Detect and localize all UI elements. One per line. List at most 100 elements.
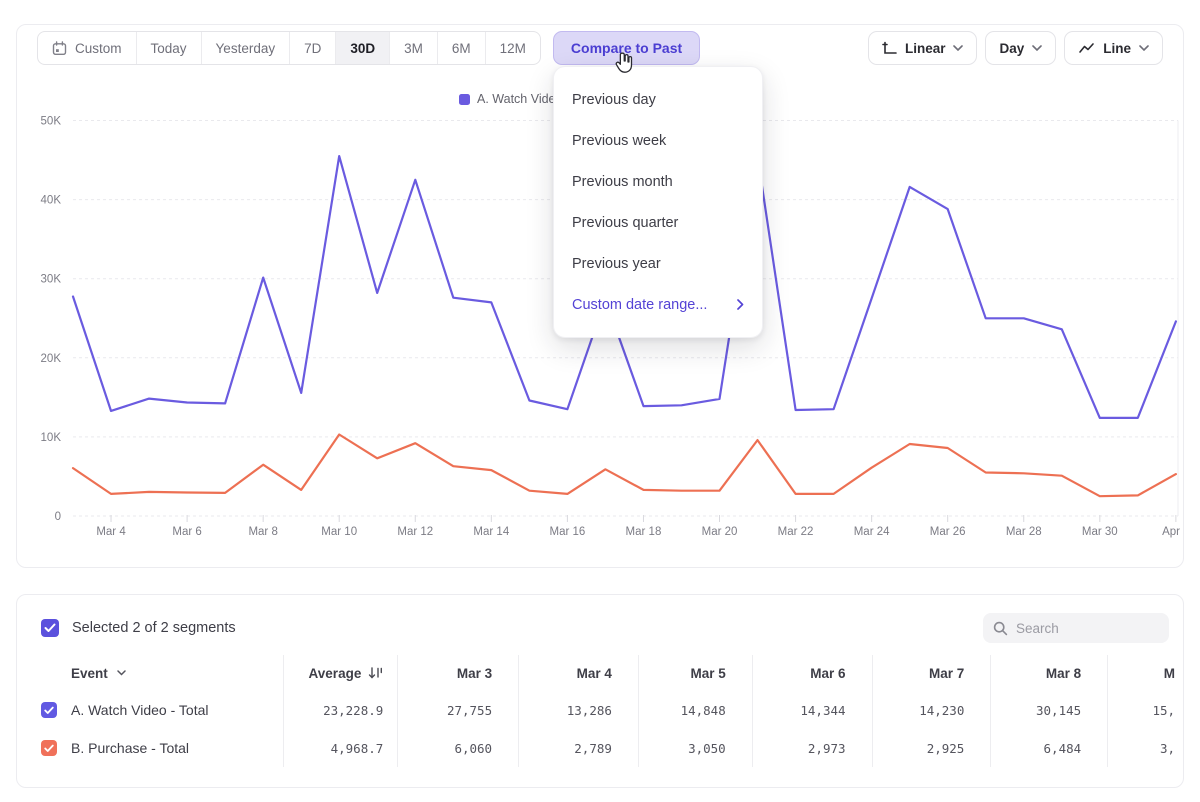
table-row: B. Purchase - Total4,968.76,0602,7893,05… [17,729,1183,767]
value-cell: 3, [1108,729,1183,767]
range-today[interactable]: Today [137,32,202,64]
range-label: 12M [500,41,526,56]
x-axis-tick-label: Apr 1 [1162,526,1183,538]
compare-menu: Previous dayPrevious weekPrevious monthP… [553,66,763,338]
value-cell: 4,968.7 [284,729,399,767]
x-axis-tick-label: Mar 8 [248,526,277,538]
value-cell: 27,755 [398,691,519,729]
sort-descending-icon [368,667,383,679]
interval-label: Day [999,41,1024,56]
y-axis-tick-label: 0 [55,511,61,523]
range-6m[interactable]: 6M [438,32,486,64]
range-label: 3M [404,41,423,56]
range-label: Yesterday [216,41,276,56]
column-header-label: Mar 8 [1046,666,1081,681]
value-cell: 23,228.9 [284,691,399,729]
column-header-label: Mar 7 [929,666,964,681]
value-cell: 3,050 [639,729,753,767]
search-icon [993,621,1008,636]
menu-item-previous-day[interactable]: Previous day [554,79,762,120]
chevron-down-icon [117,670,126,676]
interval-button[interactable]: Day [985,31,1056,65]
y-axis-tick-label: 50K [41,116,62,128]
event-cell: B. Purchase - Total [17,729,284,767]
row-checkbox[interactable] [41,740,57,756]
series-line [73,435,1176,497]
x-axis-tick-label: Mar 28 [1006,526,1042,538]
value-cell: 2,925 [873,729,992,767]
menu-item-previous-quarter[interactable]: Previous quarter [554,202,762,243]
event-label: A. Watch Video - Total [71,702,208,718]
check-icon [44,623,56,633]
column-header-label: Mar 3 [457,666,492,681]
x-axis-tick-label: Mar 14 [473,526,509,538]
range-custom[interactable]: Custom [38,32,137,64]
column-header-mar-5: Mar 5 [639,655,753,691]
column-header-mar-3: Mar 3 [398,655,519,691]
y-axis-tick-label: 30K [41,274,62,286]
chart-type-button[interactable]: Line [1064,31,1163,65]
x-axis-tick-label: Mar 6 [172,526,201,538]
x-axis-tick-label: Mar 30 [1082,526,1118,538]
x-axis-tick-label: Mar 18 [626,526,662,538]
range-12m[interactable]: 12M [486,32,540,64]
value-cell: 2,789 [519,729,639,767]
column-header-mar-4: Mar 4 [519,655,639,691]
selected-count-label: Selected 2 of 2 segments [72,620,236,636]
value-cell: 14,344 [753,691,873,729]
column-header-m: M [1108,655,1183,691]
range-30d[interactable]: 30D [336,32,390,64]
x-axis-tick-label: Mar 4 [96,526,126,538]
x-axis-tick-label: Mar 22 [778,526,814,538]
calendar-icon [52,41,67,56]
x-axis-tick-label: Mar 16 [549,526,585,538]
compare-to-past-button[interactable]: Compare to Past [553,31,700,65]
y-axis-tick-label: 10K [41,432,62,444]
value-cell: 14,230 [873,691,992,729]
x-axis-tick-label: Mar 24 [854,526,890,538]
y-axis-tick-label: 20K [41,353,62,365]
range-yesterday[interactable]: Yesterday [202,32,291,64]
row-checkbox[interactable] [41,702,57,718]
y-axis-tick-label: 40K [41,195,62,207]
column-header-label: Mar 6 [810,666,845,681]
menu-item-custom-date-range[interactable]: Custom date range... [554,284,762,325]
scale-label: Linear [905,41,946,56]
column-header-mar-7: Mar 7 [873,655,992,691]
segments-bar: Selected 2 of 2 segments [17,595,1183,647]
chart-type-label: Line [1103,41,1131,56]
event-label: B. Purchase - Total [71,740,189,756]
menu-item-previous-month[interactable]: Previous month [554,161,762,202]
range-label: 30D [350,41,375,56]
range-3m[interactable]: 3M [390,32,438,64]
column-header-event[interactable]: Event [17,655,284,691]
x-axis-tick-label: Mar 26 [930,526,966,538]
value-cell: 13,286 [519,691,639,729]
column-header-label: Mar 5 [690,666,725,681]
search-input[interactable] [1016,621,1156,636]
range-label: 7D [304,41,321,56]
custom-date-range-label: Custom date range... [572,297,707,313]
menu-item-previous-year[interactable]: Previous year [554,243,762,284]
chevron-down-icon [1032,45,1042,51]
column-header-label: Event [71,666,108,681]
column-header-mar-8: Mar 8 [991,655,1108,691]
chart-toolbar: Custom Today Yesterday 7D 30D 3M 6M 12M Compare… [37,31,1163,65]
chart-options-group: Linear Day Line [868,31,1163,65]
menu-item-previous-week[interactable]: Previous week [554,120,762,161]
value-cell: 14,848 [639,691,753,729]
range-7d[interactable]: 7D [290,32,336,64]
column-header-average[interactable]: Average [284,655,399,691]
search-box [983,613,1169,643]
scale-button[interactable]: Linear [868,31,978,65]
range-label: Today [151,41,187,56]
table-panel: Selected 2 of 2 segments Event Average Mar… [16,594,1184,788]
column-header-label: Average [309,666,362,681]
x-axis-tick-label: Mar 10 [321,526,357,538]
table-header-row: Event Average Mar 3 Mar 4 Mar 5 Mar 6 Mar 7 Mar… [17,655,1183,691]
event-cell: A. Watch Video - Total [17,691,284,729]
column-header-label: M [1164,666,1175,681]
select-all-checkbox[interactable] [41,619,59,637]
chevron-right-icon [737,299,744,310]
column-header-label: Mar 4 [577,666,612,681]
